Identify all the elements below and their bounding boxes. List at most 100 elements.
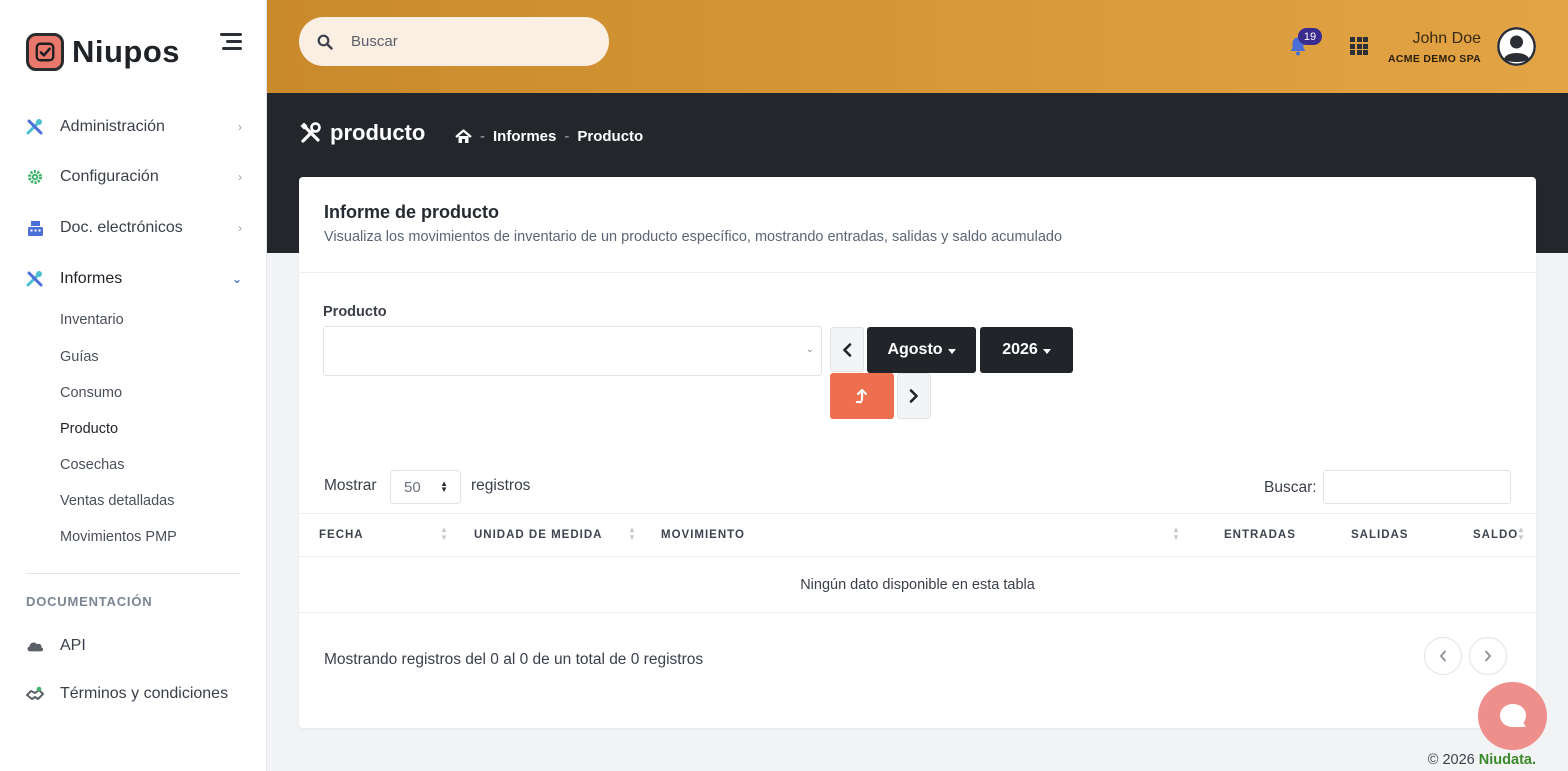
- brand[interactable]: Niupos: [26, 33, 180, 71]
- column-header-fecha[interactable]: FECHA: [319, 529, 364, 541]
- cloud-icon: [26, 637, 44, 655]
- column-header-entradas[interactable]: ENTRADAS: [1224, 529, 1296, 541]
- month-dropdown-button[interactable]: Agosto: [867, 327, 976, 373]
- register-icon: [26, 219, 44, 237]
- year-label: 2026: [1002, 341, 1038, 358]
- chevron-down-icon: ⌄: [231, 272, 242, 286]
- column-header-salidas[interactable]: SALIDAS: [1351, 529, 1408, 541]
- sidebar-section-title: DOCUMENTACIÓN: [26, 594, 153, 609]
- table-header: FECHA ▲ ▼ UNIDAD DE MEDIDA ▲ ▼ MOVIMIENTO …: [299, 513, 1536, 557]
- table-filter-label: Buscar:: [1264, 479, 1317, 496]
- year-dropdown-button[interactable]: 2026: [980, 327, 1073, 373]
- product-select[interactable]: ⌄: [323, 326, 822, 376]
- table-info: Mostrando registros del 0 al 0 de un tot…: [324, 651, 704, 668]
- footer: © 2026 Niudata.: [1428, 752, 1536, 768]
- length-prefix: Mostrar: [324, 477, 377, 494]
- gear-icon: [26, 168, 44, 186]
- sidebar-item-api[interactable]: API: [26, 631, 242, 661]
- breadcrumb-informes[interactable]: Informes: [493, 128, 556, 145]
- chevron-left-icon: [1439, 650, 1446, 662]
- sidebar-subitem-ventas-detalladas[interactable]: Ventas detalladas: [60, 493, 174, 509]
- caret-down-icon: [947, 348, 956, 354]
- brand-logo-icon: [26, 33, 64, 71]
- tools-icon: [26, 118, 44, 136]
- top-header: 19 John Doe ACME DEMO SPA: [267, 0, 1568, 93]
- sidebar-item-doc-electronicos[interactable]: Doc. electrónicos ›: [26, 213, 242, 243]
- sort-icon: ▲ ▼: [1172, 525, 1180, 542]
- caret-down-icon: [1042, 348, 1051, 354]
- table-filter-input[interactable]: [1323, 470, 1511, 504]
- search-input[interactable]: [351, 33, 581, 50]
- chat-launcher-button[interactable]: [1478, 682, 1547, 750]
- sidebar: Niupos Administración › Configuración › …: [0, 0, 267, 771]
- sidebar-toggle-icon[interactable]: [220, 33, 242, 51]
- handshake-icon: [26, 685, 44, 703]
- sidebar-subitem-producto[interactable]: Producto: [60, 421, 118, 437]
- sidebar-subitem-guias[interactable]: Guías: [60, 349, 99, 365]
- footer-brand-link[interactable]: Niudata.: [1479, 752, 1536, 768]
- tools-icon: [300, 122, 321, 143]
- sidebar-subitem-cosechas[interactable]: Cosechas: [60, 457, 124, 473]
- sidebar-item-administracion[interactable]: Administración ›: [26, 112, 242, 142]
- sidebar-item-label: API: [60, 637, 86, 654]
- chevron-down-icon: ⌄: [805, 344, 814, 355]
- page-title: producto: [300, 120, 425, 146]
- pagination-next-button[interactable]: [1469, 637, 1507, 675]
- user-name[interactable]: John Doe: [1413, 30, 1482, 48]
- next-month-button[interactable]: [897, 373, 931, 419]
- breadcrumb: - Informes - Producto: [455, 128, 643, 145]
- table-empty-row: Ningún dato disponible en esta tabla: [299, 557, 1536, 613]
- search-icon: [317, 34, 333, 50]
- chevron-right-icon: [1485, 650, 1492, 662]
- chevron-right-icon: ›: [238, 120, 242, 134]
- card-title: Informe de producto: [324, 202, 499, 222]
- search-box[interactable]: [299, 17, 609, 66]
- page-length-select[interactable]: 50 ▲ ▼: [390, 470, 461, 504]
- breadcrumb-separator: -: [564, 128, 570, 145]
- table-empty-message: Ningún dato disponible en esta tabla: [800, 576, 1035, 593]
- card-divider: [299, 272, 1536, 273]
- column-header-unidad[interactable]: UNIDAD DE MEDIDA: [474, 529, 602, 541]
- chevron-right-icon: ›: [238, 170, 242, 184]
- sidebar-divider: [26, 573, 240, 574]
- sort-updown-icon: ▲ ▼: [440, 479, 448, 494]
- sidebar-item-label: Informes: [60, 270, 123, 287]
- column-header-saldo[interactable]: SALDO: [1473, 529, 1518, 541]
- sort-icon: ▲ ▼: [440, 525, 448, 542]
- sidebar-item-configuracion[interactable]: Configuración ›: [26, 162, 242, 192]
- breadcrumb-separator: -: [480, 128, 485, 145]
- sidebar-item-terminos[interactable]: Términos y condiciones: [26, 679, 242, 709]
- home-icon[interactable]: [455, 129, 472, 144]
- sidebar-item-label: Términos y condiciones: [60, 685, 229, 702]
- user-company: ACME DEMO SPA: [1388, 53, 1481, 65]
- product-label: Producto: [323, 304, 387, 320]
- chevron-left-icon: [843, 342, 852, 357]
- sidebar-subitem-inventario[interactable]: Inventario: [60, 312, 124, 328]
- pagination-prev-button[interactable]: [1424, 637, 1462, 675]
- column-header-movimiento[interactable]: MOVIMIENTO: [661, 529, 745, 541]
- sidebar-item-label: Configuración: [60, 168, 159, 185]
- tools-icon: [26, 270, 44, 288]
- avatar[interactable]: [1497, 27, 1536, 66]
- chevron-right-icon: ›: [238, 221, 242, 235]
- sidebar-subitem-consumo[interactable]: Consumo: [60, 385, 122, 401]
- sort-icon: ▲ ▼: [1517, 525, 1525, 542]
- sidebar-item-informes[interactable]: Informes ⌄: [26, 264, 242, 294]
- sort-icon: ▲ ▼: [628, 525, 636, 542]
- brand-name: Niupos: [72, 34, 181, 69]
- prev-month-button[interactable]: [830, 327, 864, 372]
- export-button[interactable]: [830, 373, 894, 419]
- card-subtitle: Visualiza los movimientos de inventario …: [324, 229, 1063, 245]
- export-arrow-icon: [855, 388, 868, 404]
- length-suffix: registros: [471, 477, 531, 494]
- chevron-right-icon: [909, 389, 918, 403]
- footer-copyright: © 2026: [1427, 752, 1475, 768]
- apps-grid-icon[interactable]: [1350, 37, 1368, 55]
- notifications-badge: 19: [1298, 28, 1322, 45]
- page-length-value: 50: [404, 478, 421, 496]
- report-card: Informe de producto Visualiza los movimi…: [299, 177, 1536, 728]
- breadcrumb-producto: Producto: [577, 128, 644, 145]
- sidebar-item-label: Administración: [60, 118, 165, 135]
- sidebar-subitem-movimientos-pmp[interactable]: Movimientos PMP: [60, 529, 177, 545]
- month-label: Agosto: [887, 341, 943, 358]
